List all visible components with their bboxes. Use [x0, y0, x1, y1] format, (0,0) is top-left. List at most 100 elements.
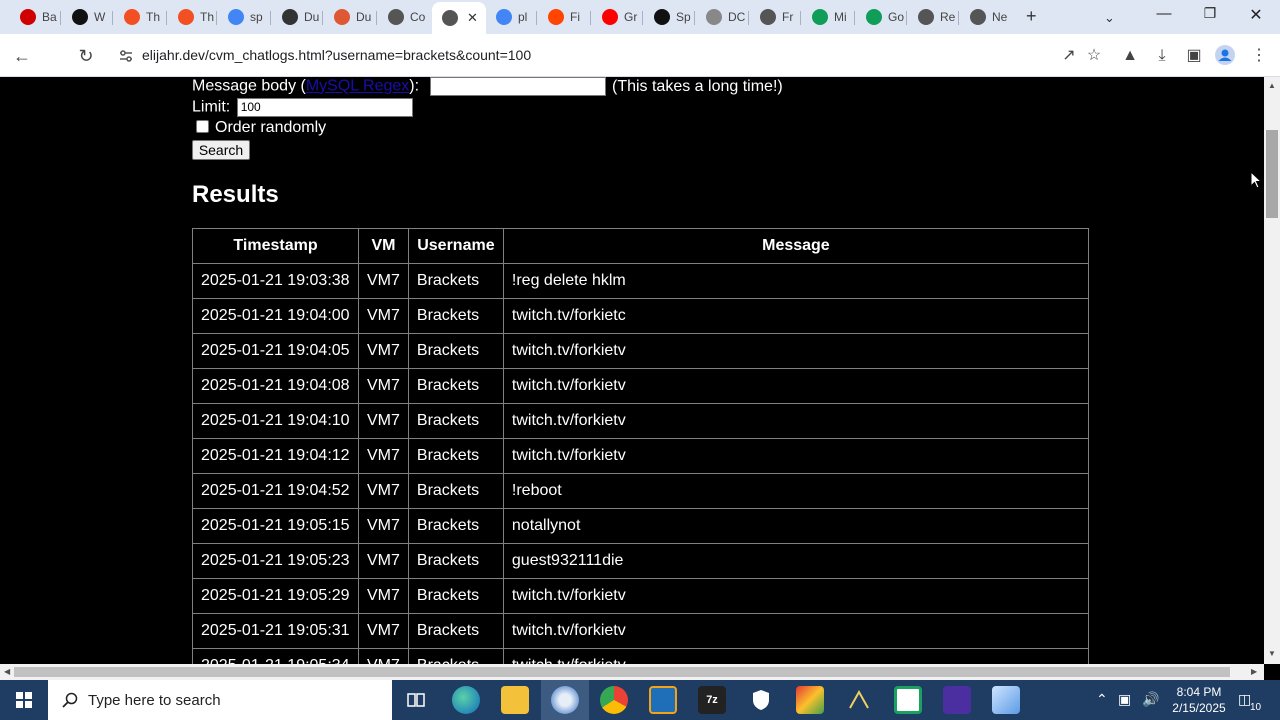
network-icon[interactable]: ▣ [1118, 691, 1131, 708]
start-button[interactable] [0, 680, 48, 720]
minimize-button[interactable]: — [1144, 5, 1184, 27]
document-app-icon[interactable] [992, 686, 1020, 714]
tab-item[interactable]: Ba [10, 4, 62, 30]
tab-title: W [94, 10, 106, 24]
wiki-icon [72, 9, 88, 25]
file-explorer-icon[interactable] [501, 686, 529, 714]
browser-menu-icon[interactable]: ⋮ [1248, 45, 1270, 67]
pen-app-icon[interactable] [845, 686, 873, 714]
record-icon [20, 9, 36, 25]
tab-item[interactable]: Re [908, 4, 960, 30]
tab-item[interactable]: Mi [802, 4, 854, 30]
tab-item[interactable]: Gr [592, 4, 644, 30]
active-app-icon[interactable] [551, 686, 579, 714]
tab-item[interactable]: Th [168, 4, 220, 30]
horizontal-scroll-thumb[interactable] [14, 667, 1230, 677]
reddit-icon [548, 9, 564, 25]
tab-title: sp [250, 10, 263, 24]
scroll-right-arrow-icon[interactable]: ▶ [1251, 667, 1257, 676]
profile-avatar-icon[interactable] [1214, 45, 1236, 67]
search-button[interactable]: Search [192, 140, 250, 160]
share-icon[interactable]: ↗ [1058, 45, 1080, 67]
tab-item[interactable]: Fi [538, 4, 590, 30]
table-row: 2025-01-21 19:05:34VM7Bracketstwitch.tv/… [192, 648, 1089, 664]
tab-separator [376, 11, 377, 25]
tab-active[interactable]: ✕ [432, 2, 486, 34]
cell-username: Brackets [407, 508, 504, 544]
mysql-regex-link[interactable]: MySQL Regex [306, 78, 409, 95]
results-heading: Results [192, 181, 279, 208]
dc-icon [706, 9, 722, 25]
scroll-up-arrow-icon[interactable]: ▲ [1268, 81, 1276, 90]
taskbar-search-box[interactable]: Type here to search [48, 680, 392, 720]
cell-username: Brackets [407, 438, 504, 474]
horizontal-scrollbar[interactable]: ◀ ▶ [0, 664, 1264, 680]
tab-item[interactable]: Go [856, 4, 908, 30]
url-text: elijahr.dev/cvm_chatlogs.html?username=b… [142, 47, 532, 63]
cell-timestamp: 2025-01-21 19:04:00 [192, 298, 359, 334]
scroll-left-arrow-icon[interactable]: ◀ [4, 667, 10, 676]
tab-item[interactable]: Co [378, 4, 430, 30]
task-view-icon[interactable] [402, 686, 430, 714]
screen-tool-icon[interactable] [649, 686, 677, 714]
restore-button[interactable]: ❐ [1190, 5, 1230, 27]
green-app-icon[interactable] [894, 686, 922, 714]
address-bar[interactable]: elijahr.dev/cvm_chatlogs.html?username=b… [108, 39, 1116, 72]
cell-vm: VM7 [358, 403, 409, 439]
edge-browser-icon[interactable] [452, 686, 480, 714]
header-timestamp: Timestamp [192, 228, 359, 264]
order-randomly-checkbox[interactable] [196, 120, 209, 133]
tab-title: Sp [676, 10, 691, 24]
download-icon[interactable]: ⤓ [1151, 45, 1173, 67]
site-info-icon[interactable] [118, 48, 134, 64]
tab-search-chevron-icon[interactable]: ⌄ [1104, 9, 1115, 27]
bookmark-star-icon[interactable]: ☆ [1083, 45, 1105, 67]
message-body-row: Message body (MySQL Regex): (This takes … [192, 77, 783, 96]
cell-vm: VM7 [358, 473, 409, 509]
7zip-icon[interactable]: 7z [698, 686, 726, 714]
notification-count: 10 [1250, 702, 1262, 713]
cell-username: Brackets [407, 298, 504, 334]
new-tab-button[interactable]: + [1026, 7, 1037, 25]
target-icon [654, 9, 670, 25]
tab-item[interactable]: Th [114, 4, 166, 30]
tab-item[interactable]: sp [218, 4, 270, 30]
colorful-app-icon[interactable] [796, 686, 824, 714]
extension-icon[interactable]: ▲ [1119, 45, 1141, 67]
limit-input[interactable]: 100 [236, 98, 413, 117]
tab-separator [590, 11, 591, 25]
long-time-note: (This takes a long time!) [611, 77, 783, 95]
tab-item[interactable]: DC [696, 4, 748, 30]
tab-item[interactable]: Ne [960, 4, 1012, 30]
chrome-icon[interactable] [600, 686, 628, 714]
cell-vm: VM7 [358, 613, 409, 649]
scroll-down-arrow-icon[interactable]: ▼ [1268, 649, 1276, 658]
tab-separator [60, 11, 61, 25]
side-panel-icon[interactable]: ▣ [1183, 45, 1205, 67]
tab-item[interactable]: pl [486, 4, 538, 30]
volume-icon[interactable]: 🔊 [1142, 691, 1159, 708]
close-window-button[interactable]: ✕ [1236, 5, 1276, 27]
reload-icon[interactable]: ↻ [74, 44, 98, 68]
header-vm: VM [358, 228, 409, 264]
vertical-scrollbar[interactable]: ▲ ▼ [1264, 77, 1280, 664]
vertical-scroll-thumb[interactable] [1266, 130, 1278, 218]
globe-icon [970, 9, 986, 25]
tab-item[interactable]: Du [272, 4, 324, 30]
cell-timestamp: 2025-01-21 19:05:29 [192, 578, 359, 614]
purple-app-icon[interactable] [943, 686, 971, 714]
tab-item[interactable]: Du [324, 4, 376, 30]
tab-item[interactable]: W [62, 4, 114, 30]
close-tab-icon[interactable]: ✕ [467, 10, 478, 26]
cell-vm: VM7 [358, 508, 409, 544]
message-body-input[interactable] [429, 77, 606, 96]
tab-item[interactable]: Sp [644, 4, 696, 30]
tab-item[interactable]: Fr [750, 4, 802, 30]
back-icon[interactable]: ← [10, 44, 34, 68]
table-row: 2025-01-21 19:03:38 VM7 Brackets !reg delet… [192, 263, 1089, 299]
limit-label: Limit: [192, 98, 231, 116]
cell-message: twitch.tv/forkietv [502, 438, 1089, 474]
tray-overflow-chevron-icon[interactable]: ⌃ [1096, 691, 1108, 708]
clock[interactable]: 8:04 PM 2/15/2025 [1172, 684, 1226, 716]
shield-icon[interactable] [747, 686, 775, 714]
